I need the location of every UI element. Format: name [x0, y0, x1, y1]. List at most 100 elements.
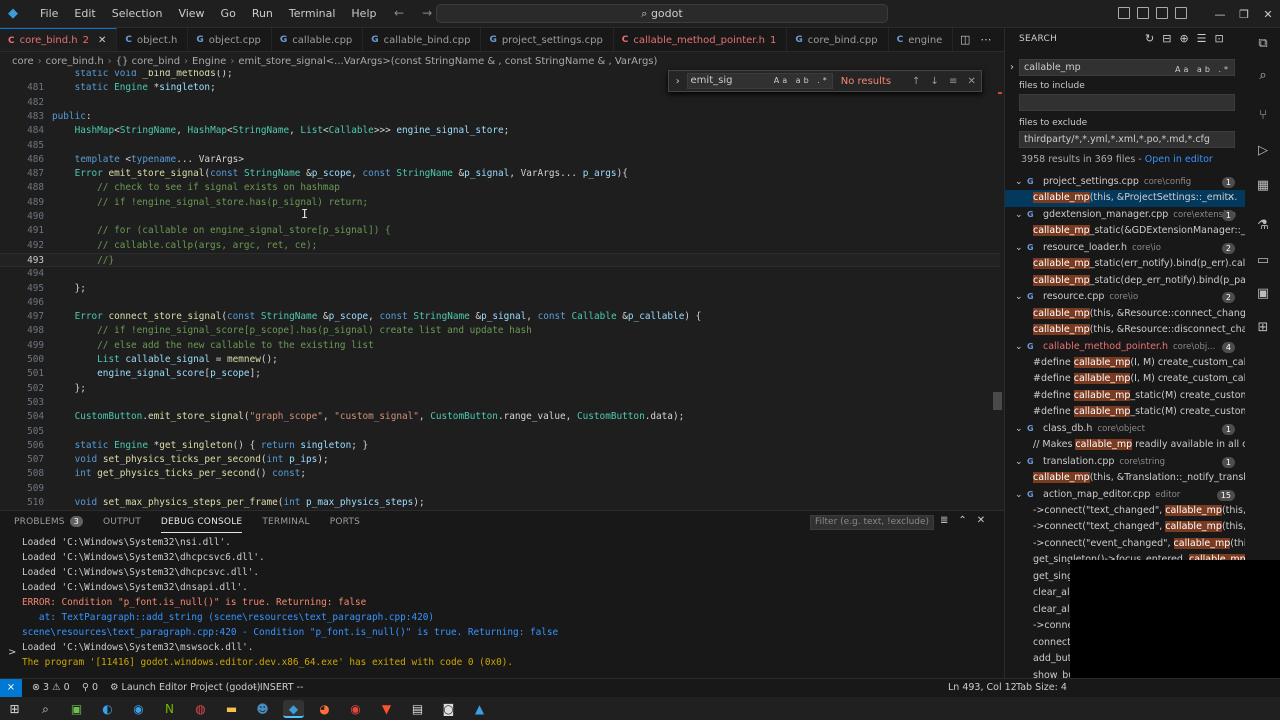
remote-explorer-icon[interactable]: ▭ [1255, 253, 1271, 268]
result-match[interactable]: callable_mp(this, &ProjectSettings::_emi… [1005, 190, 1245, 207]
nvidia-icon[interactable]: N [159, 700, 180, 718]
code-line[interactable]: 500 List callable_signal = memnew(); [0, 353, 1000, 367]
firefox-icon[interactable]: ◕ [314, 700, 335, 718]
code-line[interactable]: 502 }; [0, 382, 1000, 396]
godot-icon[interactable]: ☻ [252, 700, 273, 718]
code-line[interactable]: 496 [0, 296, 1000, 310]
result-match[interactable]: callable_mp_static(err_notify).bind(p_er… [1005, 256, 1245, 273]
console-prompt[interactable]: > [8, 647, 16, 658]
dismiss-result-icon[interactable]: ✕ [1227, 190, 1235, 207]
forward-arrow-icon[interactable]: → [422, 6, 432, 20]
menu-item-selection[interactable]: Selection [104, 0, 171, 28]
chrome-icon[interactable]: ◉ [128, 700, 149, 718]
editor-tab[interactable]: Ccallable_method_pointer.h 1 [614, 28, 788, 51]
breadcrumb-item[interactable]: emit_store_signal<...VarArgs>(const Stri… [238, 56, 657, 67]
code-line[interactable]: 482 [0, 96, 1000, 110]
breadcrumb-item[interactable]: {} core_bind [116, 56, 180, 67]
chrome-alt-icon[interactable]: ◉ [345, 700, 366, 718]
result-file[interactable]: ⌄ Gaction_map_editor.cpp editor 15 [1005, 487, 1245, 504]
result-match[interactable]: #define callable_mp(I, M) create_custom_… [1005, 355, 1245, 372]
close-panel-icon[interactable]: ✕ [977, 515, 985, 526]
code-line[interactable]: 484 HashMap<StringName, HashMap<StringNa… [0, 124, 1000, 138]
code-line[interactable]: 488 // check to see if signal exists on … [0, 181, 1000, 195]
result-file[interactable]: ⌄ Gresource.cpp core\io 2 [1005, 289, 1245, 306]
command-center[interactable]: ⌕ godot [436, 4, 888, 23]
breadcrumb-item[interactable]: Engine [192, 56, 226, 67]
close-tab-icon[interactable]: ✕ [98, 35, 106, 46]
run-debug-icon[interactable]: ▷ [1255, 143, 1271, 158]
code-line[interactable]: 505 [0, 425, 1000, 439]
result-file[interactable]: ⌄ Ggdextension_manager.cpp core\extension 1 [1005, 207, 1245, 224]
result-match[interactable]: callable_mp_static(&GDExtensionManager::… [1005, 223, 1245, 240]
toggle-replace-icon[interactable]: › [669, 76, 687, 87]
remote-window-icon[interactable]: ⊞ [1255, 320, 1271, 335]
menu-item-file[interactable]: File [32, 0, 66, 28]
media-icon[interactable]: ◍ [190, 700, 211, 718]
result-file[interactable]: ⌄ Gcallable_method_pointer.h core\obj... 4 [1005, 339, 1245, 356]
previous-match-icon[interactable]: ↑ [907, 76, 926, 87]
find-input[interactable]: emit_sig Aa ab .* [686, 73, 833, 89]
code-line[interactable]: 489 // if !engine_signal_store.has(p_sig… [0, 196, 1000, 210]
editor-tab[interactable]: Gcallable_bind.cpp [363, 28, 482, 51]
files-exclude-input[interactable]: thirdparty/*,*.yml,*.xml,*.po,*.md,*.cfg [1019, 131, 1235, 148]
find-options[interactable]: Aa ab .* [774, 74, 830, 88]
explorer-alt-icon[interactable]: ▲ [469, 700, 490, 718]
toggle-replace-icon[interactable]: › [1010, 62, 1014, 73]
result-match[interactable]: callable_mp_static(dep_err_notify).bind(… [1005, 273, 1245, 290]
code-line[interactable]: 490 [0, 210, 1000, 224]
restore-icon[interactable]: ❐ [1232, 8, 1256, 21]
result-match[interactable]: #define callable_mp_static(M) create_cus… [1005, 404, 1245, 421]
menu-item-terminal[interactable]: Terminal [281, 0, 344, 28]
code-line[interactable]: 506 static Engine *get_singleton() { ret… [0, 439, 1000, 453]
code-line[interactable]: 492 // callable.callp(args, argc, ret, c… [0, 239, 1000, 253]
app-green-icon[interactable]: ▣ [66, 700, 87, 718]
brave-icon[interactable]: ▼ [376, 700, 397, 718]
clear-results-icon[interactable]: ⊟ [1162, 32, 1171, 45]
editor-tab[interactable]: Gcallable.cpp [272, 28, 364, 51]
problems-status[interactable]: ⊗ 3 ⚠ 0 [32, 679, 70, 697]
code-line[interactable]: 493 //} [0, 252, 1000, 268]
editor-tab[interactable]: Cengine [889, 28, 954, 51]
menu-item-view[interactable]: View [170, 0, 212, 28]
clear-console-icon[interactable]: ≣ [940, 515, 948, 526]
code-editor[interactable]: static void _bind_methods(); 481 static E… [0, 70, 1004, 510]
testing-icon[interactable]: ⚗ [1255, 218, 1271, 233]
refresh-icon[interactable]: ↻ [1145, 32, 1154, 45]
ports-status[interactable]: ⚲ 0 [82, 679, 98, 697]
menu-item-run[interactable]: Run [244, 0, 281, 28]
result-match[interactable]: callable_mp(this, &Resource::connect_cha… [1005, 306, 1245, 323]
search-icon[interactable]: ⌕ [35, 700, 56, 718]
back-arrow-icon[interactable]: ← [394, 6, 404, 20]
editor-tab[interactable]: Gcore_bind.cpp [787, 28, 889, 51]
code-line[interactable]: 508 int get_physics_ticks_per_second() c… [0, 467, 1000, 481]
files-include-input[interactable] [1019, 94, 1235, 111]
result-file[interactable]: ⌄ Gproject_settings.cpp core\config 1 [1005, 174, 1245, 191]
panel-tab-problems[interactable]: PROBLEMS 3 [14, 511, 84, 533]
panel-tab-output[interactable]: OUTPUT [103, 511, 141, 533]
result-file[interactable]: ⌄ Gresource_loader.h core\io 2 [1005, 240, 1245, 257]
result-match[interactable]: callable_mp(this, &Translation::_notify_… [1005, 470, 1245, 487]
breadcrumb-item[interactable]: core [12, 56, 34, 67]
source-control-icon[interactable]: ⑂ [1255, 108, 1271, 123]
remote-indicator-icon[interactable]: ⨯ [0, 679, 22, 698]
next-match-icon[interactable]: ↓ [925, 76, 944, 87]
result-match[interactable]: callable_mp(this, &Resource::disconnect_… [1005, 322, 1245, 339]
search-icon[interactable]: ⌕ [1255, 68, 1271, 83]
code-line[interactable]: 509 [0, 482, 1000, 496]
file-explorer-icon[interactable]: ▬ [221, 700, 242, 718]
result-file[interactable]: ⌄ Gclass_db.h core\object 1 [1005, 421, 1245, 438]
code-line[interactable]: 497 Error connect_store_signal(const Str… [0, 310, 1000, 324]
editor-tab[interactable]: Gobject.cpp [188, 28, 272, 51]
result-match[interactable]: #define callable_mp(I, M) create_custom_… [1005, 371, 1245, 388]
vscode-taskbar-icon[interactable]: ◆ [283, 699, 304, 718]
new-search-editor-icon[interactable]: ⊕ [1179, 32, 1188, 45]
result-match[interactable]: ->connect("text_changed", callable_mp(th… [1005, 519, 1245, 536]
toggle-panel-icon[interactable] [1137, 7, 1149, 19]
tab-size[interactable]: Tab Size: 4 [1016, 679, 1067, 697]
code-line[interactable]: 485 [0, 139, 1000, 153]
code-line[interactable]: 487 Error emit_store_signal(const String… [0, 167, 1000, 181]
editor-tab[interactable]: Gproject_settings.cpp [481, 28, 614, 51]
maximize-panel-icon[interactable]: ⌃ [958, 515, 966, 526]
minimize-icon[interactable]: — [1208, 8, 1232, 21]
code-line[interactable]: 483 public: [0, 110, 1000, 124]
